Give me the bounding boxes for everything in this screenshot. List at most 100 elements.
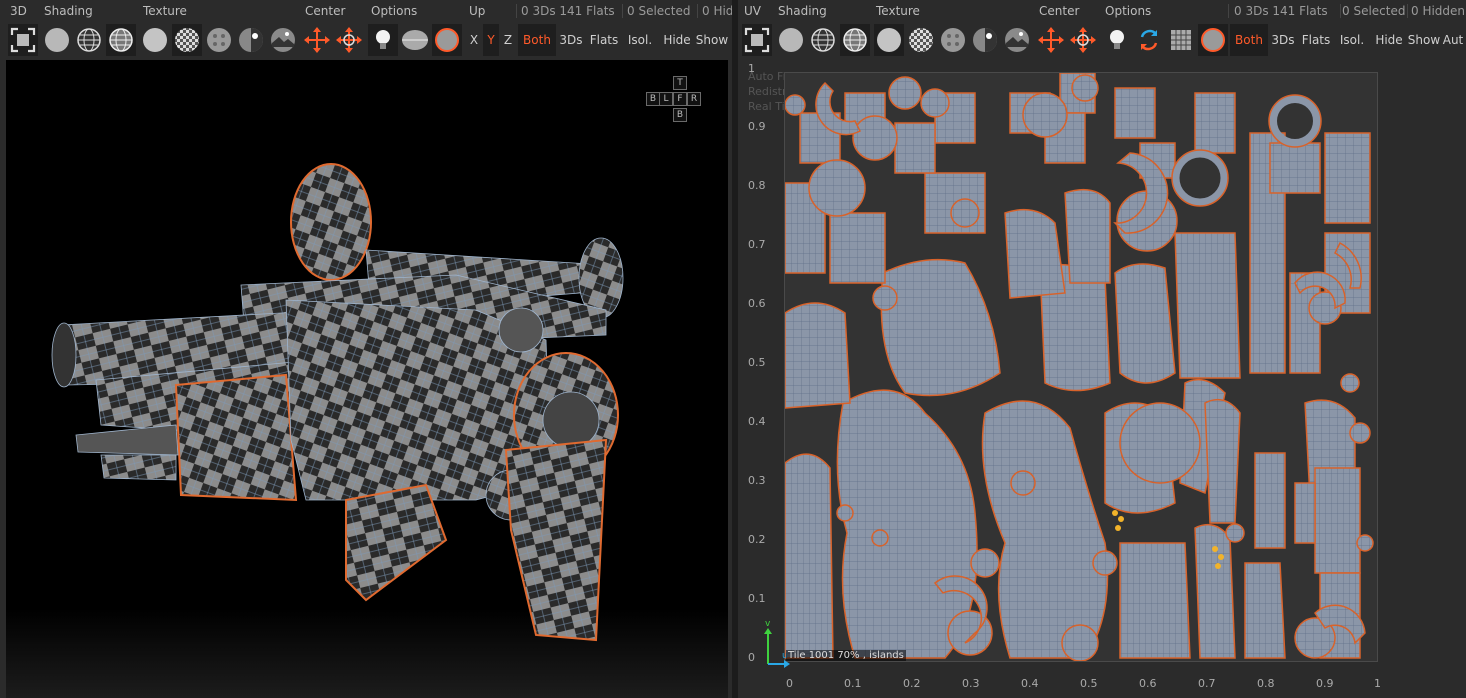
3d-viewport[interactable]: T B L F R B bbox=[6, 60, 728, 698]
light-sphere-icon bbox=[973, 28, 997, 52]
uv-texture-checker-button[interactable] bbox=[906, 24, 936, 56]
shading-wire-button[interactable] bbox=[74, 24, 104, 56]
uv-isolate-button[interactable]: Isol. bbox=[1336, 24, 1368, 56]
both-button[interactable]: Both bbox=[518, 24, 556, 56]
uv-frame-button[interactable] bbox=[742, 24, 772, 56]
light-toggle-button[interactable] bbox=[368, 24, 398, 56]
center-alt-button[interactable] bbox=[334, 24, 364, 56]
sphere-wire-icon bbox=[77, 28, 101, 52]
navigation-cube[interactable]: T B L F R B bbox=[646, 76, 712, 124]
uv-texture-plain-button[interactable] bbox=[874, 24, 904, 56]
uv-hidden-count: 0 Hidden bbox=[1411, 4, 1466, 18]
uv-environment-button[interactable] bbox=[1002, 24, 1032, 56]
uv-axis-v-tick: 0.1 bbox=[748, 592, 766, 605]
isolate-button[interactable]: Isol. bbox=[624, 24, 656, 56]
uv-axis-v-tick: 1 bbox=[748, 62, 755, 75]
navcube-top[interactable]: T bbox=[673, 76, 687, 90]
axis-y-button[interactable]: Y bbox=[483, 24, 499, 56]
menu-up[interactable]: Up bbox=[469, 4, 485, 18]
menu-center[interactable]: Center bbox=[305, 4, 345, 18]
uv-center-alt-button[interactable] bbox=[1068, 24, 1098, 56]
uv-light-button[interactable] bbox=[970, 24, 1000, 56]
hide-button[interactable]: Hide bbox=[660, 24, 694, 56]
uv-auto-button[interactable]: Aut bbox=[1442, 24, 1464, 56]
uv-menubar: UV Shading Texture Center Options 0 3Ds … bbox=[738, 0, 1466, 22]
menu-shading[interactable]: Shading bbox=[44, 4, 93, 18]
uv-tile[interactable] bbox=[784, 72, 1378, 662]
uv-axis-v-tick: 0.3 bbox=[748, 474, 766, 487]
blaster-model bbox=[51, 163, 624, 642]
grid-icon bbox=[1171, 30, 1191, 50]
axis-x-button[interactable]: X bbox=[466, 24, 482, 56]
navcube-right[interactable]: R bbox=[687, 92, 701, 106]
sphere-wire-icon bbox=[811, 28, 835, 52]
uv-center-button[interactable] bbox=[1036, 24, 1066, 56]
center-button[interactable] bbox=[302, 24, 332, 56]
menu-center-uv[interactable]: Center bbox=[1039, 4, 1079, 18]
swap-icon bbox=[1140, 29, 1158, 51]
checker-sphere-icon bbox=[909, 28, 933, 52]
frame-button[interactable] bbox=[8, 24, 38, 56]
uv-axis-u-tick: 0.7 bbox=[1198, 677, 1216, 690]
uv-axis-u-tick: 0 bbox=[786, 677, 793, 690]
uv-pane: UV Shading Texture Center Options 0 3Ds … bbox=[738, 0, 1466, 698]
uv-3ds-button[interactable]: 3Ds bbox=[1269, 24, 1297, 56]
backface-button[interactable] bbox=[400, 24, 430, 56]
3ds-button[interactable]: 3Ds bbox=[557, 24, 585, 56]
uv-axis-v-tick: 0.4 bbox=[748, 415, 766, 428]
menu-options-uv[interactable]: Options bbox=[1105, 4, 1151, 18]
uv-axis-u-tick: 0.8 bbox=[1257, 677, 1275, 690]
menu-shading-uv[interactable]: Shading bbox=[778, 4, 827, 18]
uv-axis-u-tick: 1 bbox=[1374, 677, 1381, 690]
show-button[interactable]: Show bbox=[695, 24, 729, 56]
uv-shading-wire-shaded-button[interactable] bbox=[840, 24, 870, 56]
hidden-count: 0 Hid bbox=[702, 4, 734, 18]
frame-icon bbox=[10, 27, 36, 53]
stats-label: 0 3Ds 141 Flats bbox=[521, 4, 615, 18]
gizmo-v-label: v bbox=[765, 620, 771, 629]
uv-hide-button[interactable]: Hide bbox=[1372, 24, 1406, 56]
uv-toolbar: Both 3Ds Flats Isol. Hide Show Aut bbox=[738, 22, 1466, 58]
menu-3d[interactable]: 3D bbox=[10, 4, 27, 18]
shading-wire-shaded-button[interactable] bbox=[106, 24, 136, 56]
sphere-smooth-icon bbox=[143, 28, 167, 52]
uv-flats-button[interactable]: Flats bbox=[1299, 24, 1333, 56]
env-sphere-icon bbox=[271, 28, 295, 52]
move-center-alt-icon bbox=[1070, 27, 1096, 53]
texture-dots-button[interactable] bbox=[204, 24, 234, 56]
texture-checker-button[interactable] bbox=[172, 24, 202, 56]
color-button[interactable] bbox=[432, 24, 462, 56]
navcube-back[interactable]: B bbox=[646, 92, 660, 106]
sphere-smooth-icon bbox=[877, 28, 901, 52]
light-button[interactable] bbox=[236, 24, 266, 56]
flats-button[interactable]: Flats bbox=[587, 24, 621, 56]
shading-flat-button[interactable] bbox=[42, 24, 72, 56]
menu-uv[interactable]: UV bbox=[744, 4, 761, 18]
navcube-front[interactable]: F bbox=[673, 92, 687, 106]
uv-shading-wire-button[interactable] bbox=[808, 24, 838, 56]
menu-texture-uv[interactable]: Texture bbox=[876, 4, 920, 18]
sphere-flat-icon bbox=[45, 28, 69, 52]
move-center-alt-icon bbox=[336, 27, 362, 53]
uv-viewport[interactable]: Auto Fit On Redistribution Real Time Opt… bbox=[738, 60, 1466, 698]
uv-swap-button[interactable] bbox=[1134, 24, 1164, 56]
uv-show-button[interactable]: Show bbox=[1407, 24, 1441, 56]
uv-texture-dots-button[interactable] bbox=[938, 24, 968, 56]
menu-texture[interactable]: Texture bbox=[143, 4, 187, 18]
texture-plain-button[interactable] bbox=[140, 24, 170, 56]
navcube-bottom[interactable]: B bbox=[673, 108, 687, 122]
uv-axis-v-tick: 0.9 bbox=[748, 120, 766, 133]
uv-both-button[interactable]: Both bbox=[1230, 24, 1268, 56]
environment-button[interactable] bbox=[268, 24, 298, 56]
sphere-flat-icon bbox=[779, 28, 803, 52]
navcube-left[interactable]: L bbox=[659, 92, 673, 106]
uv-light-toggle-button[interactable] bbox=[1102, 24, 1132, 56]
axis-z-button[interactable]: Z bbox=[500, 24, 516, 56]
uv-grid-button[interactable] bbox=[1166, 24, 1196, 56]
menu-options[interactable]: Options bbox=[371, 4, 417, 18]
uv-selected-count: 0 Selected bbox=[1342, 4, 1406, 18]
uv-axis-u-tick: 0.3 bbox=[962, 677, 980, 690]
uv-color-button[interactable] bbox=[1198, 24, 1228, 56]
uv-shading-flat-button[interactable] bbox=[776, 24, 806, 56]
uv-axis-v-tick: 0.8 bbox=[748, 179, 766, 192]
